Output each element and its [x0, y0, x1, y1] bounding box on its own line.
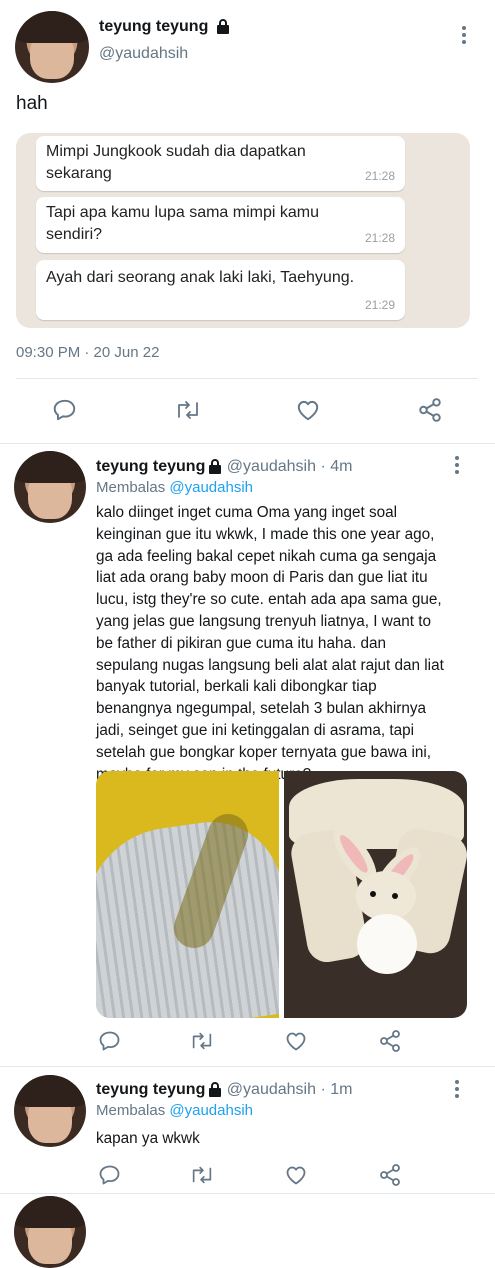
- chat-bubble: Tapi apa kamu lupa sama mimpi kamu sendi…: [36, 197, 405, 253]
- share-icon[interactable]: [378, 1163, 402, 1187]
- knitting-photo[interactable]: [96, 771, 279, 1018]
- avatar[interactable]: [15, 11, 89, 83]
- user-handle[interactable]: @yaudahsih: [227, 1081, 316, 1098]
- chat-message-text: Tapi apa kamu lupa sama mimpi kamu sendi…: [46, 204, 320, 243]
- bunny-scarf-photo[interactable]: [284, 771, 467, 1018]
- replying-prefix: Membalas: [96, 479, 166, 496]
- share-icon[interactable]: [417, 397, 443, 423]
- chat-message-time: 21:29: [364, 298, 395, 312]
- tweet-timestamp[interactable]: 09:30 PM · 20 Jun 22: [16, 344, 159, 361]
- like-icon[interactable]: [284, 1163, 308, 1187]
- lock-icon: [209, 1081, 222, 1097]
- display-name[interactable]: teyung teyung: [99, 18, 230, 36]
- replying-prefix: Membalas: [96, 1102, 166, 1119]
- more-options-icon[interactable]: [462, 26, 466, 47]
- avatar[interactable]: [14, 451, 86, 523]
- user-handle[interactable]: @yaudahsih: [227, 458, 316, 475]
- tweet-age: · 1m: [320, 1081, 353, 1098]
- avatar[interactable]: [14, 1196, 86, 1268]
- retweet-icon[interactable]: [174, 397, 202, 423]
- more-options-icon[interactable]: [455, 1080, 459, 1101]
- more-options-icon[interactable]: [455, 456, 459, 477]
- reply-header: teyung teyung @yaudahsih · 4m: [96, 458, 352, 476]
- tweet-text: kalo diinget inget cuma Oma yang inget s…: [96, 504, 444, 783]
- reply-icon[interactable]: [52, 397, 78, 423]
- chat-screenshot-image[interactable]: Mimpi Jungkook sudah dia dapatkan sekara…: [16, 133, 470, 328]
- display-name[interactable]: teyung teyung: [96, 458, 205, 475]
- chat-message-text: Mimpi Jungkook sudah dia dapatkan sekara…: [46, 143, 306, 182]
- replying-to: Membalas @yaudahsih: [96, 479, 253, 496]
- chat-message-text: Ayah dari seorang anak laki laki, Taehyu…: [46, 269, 355, 286]
- like-icon[interactable]: [284, 1029, 308, 1053]
- lock-icon: [216, 18, 229, 34]
- user-handle[interactable]: @yaudahsih: [99, 45, 188, 63]
- lock-icon: [209, 458, 222, 474]
- retweet-icon[interactable]: [189, 1029, 215, 1053]
- avatar[interactable]: [14, 1075, 86, 1147]
- replying-to-link[interactable]: @yaudahsih: [169, 479, 253, 496]
- chat-message-time: 21:28: [364, 169, 395, 183]
- share-icon[interactable]: [378, 1029, 402, 1053]
- display-name-text[interactable]: teyung teyung: [99, 18, 208, 35]
- display-name[interactable]: teyung teyung: [96, 1081, 205, 1098]
- chat-bubble: Ayah dari seorang anak laki laki, Taehyu…: [36, 260, 405, 320]
- replying-to: Membalas @yaudahsih: [96, 1102, 253, 1119]
- chat-message-time: 21:28: [364, 231, 395, 245]
- reply-icon[interactable]: [98, 1163, 122, 1187]
- reply-icon[interactable]: [98, 1029, 122, 1053]
- tweet-text: hah: [16, 93, 48, 114]
- tweet-text: kapan ya wkwk: [96, 1130, 200, 1147]
- tweet-age: · 4m: [320, 458, 353, 475]
- like-icon[interactable]: [295, 397, 321, 423]
- replying-to-link[interactable]: @yaudahsih: [169, 1102, 253, 1119]
- chat-bubble: Mimpi Jungkook sudah dia dapatkan sekara…: [36, 136, 405, 191]
- retweet-icon[interactable]: [189, 1163, 215, 1187]
- reply-header: teyung teyung @yaudahsih · 1m: [96, 1081, 352, 1099]
